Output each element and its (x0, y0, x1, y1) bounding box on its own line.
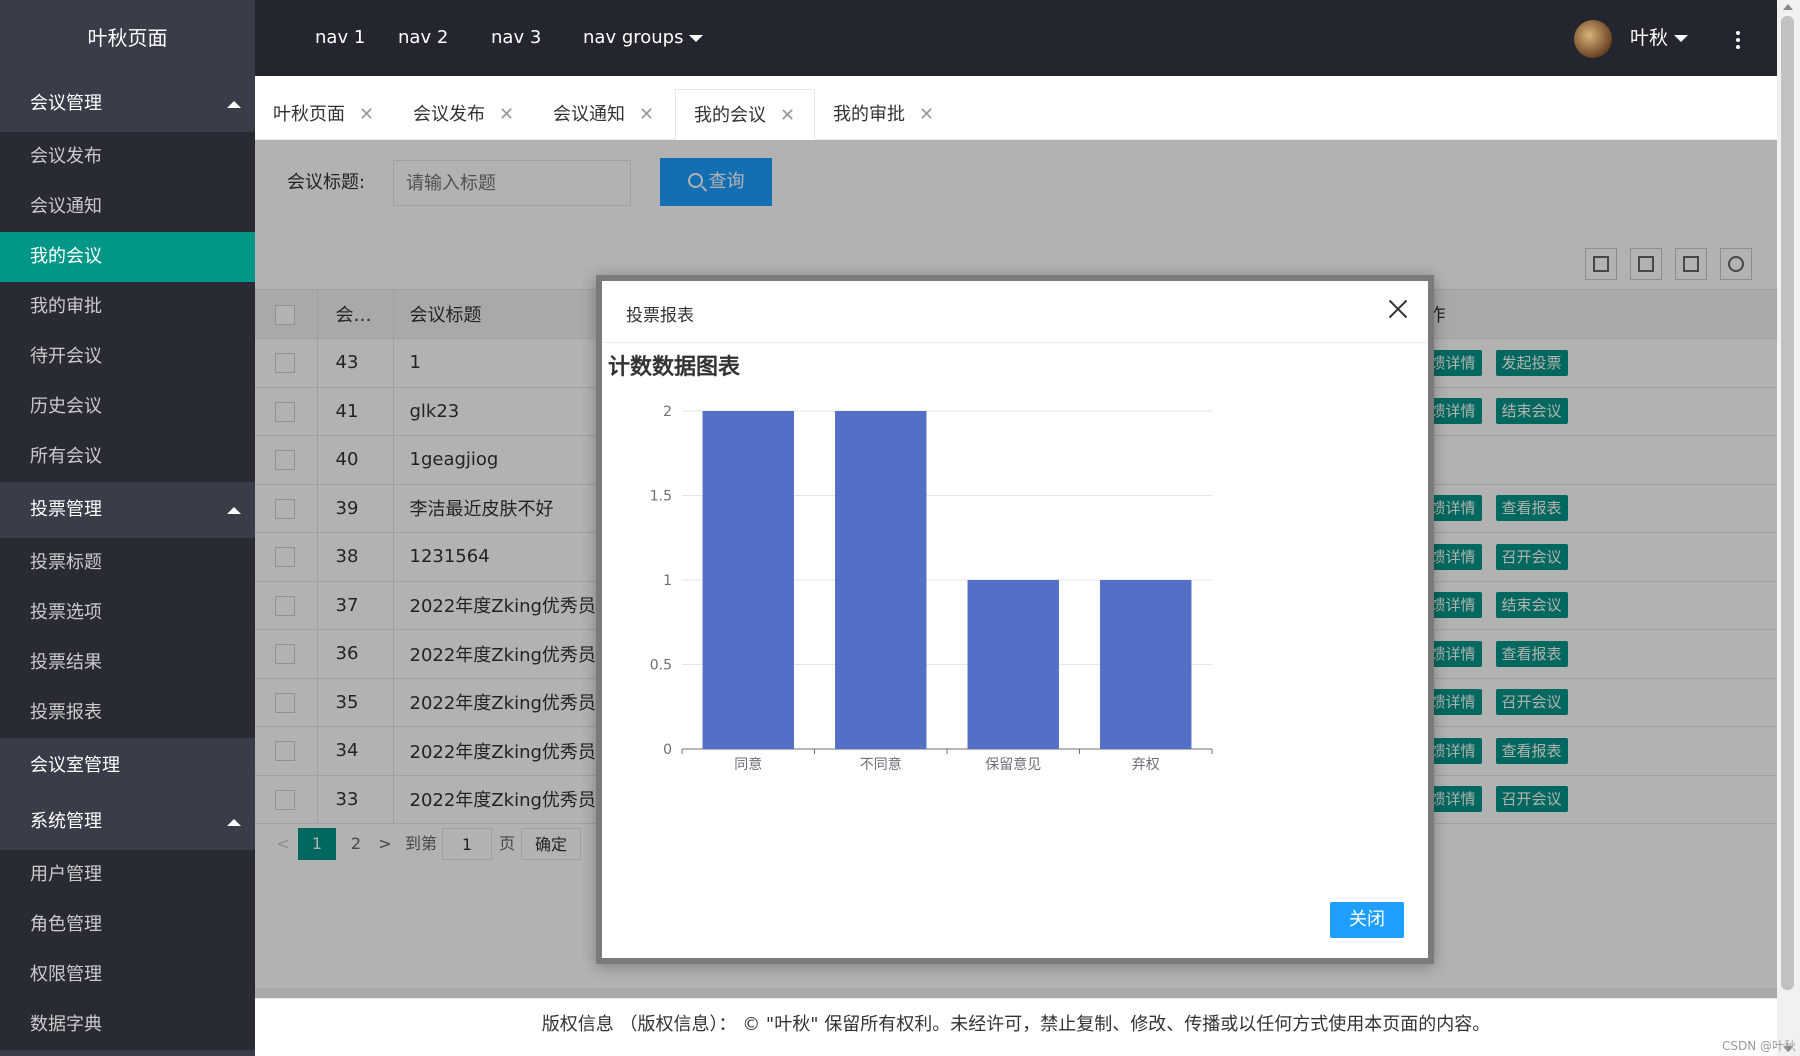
menu-group-label: 会议室管理 (30, 755, 120, 776)
tab-label: 会议发布 (413, 104, 485, 125)
close-icon[interactable]: ✕ (639, 89, 654, 140)
bar (702, 411, 794, 749)
app-logo[interactable]: 叶秋页面 (0, 0, 255, 76)
sidebar: 叶秋页面 会议管理 会议发布 会议通知 我的会议 我的审批 待开会议 历史会议 … (0, 0, 255, 1056)
nav-groups[interactable]: nav groups (583, 0, 704, 76)
nav-item-3[interactable]: nav 3 (491, 0, 541, 76)
menu-group-label: 系统管理 (30, 811, 102, 832)
tab-my-meeting[interactable]: 我的会议 ✕ (675, 89, 815, 140)
menu-group-meeting[interactable]: 会议管理 (0, 76, 255, 132)
tab-label: 会议通知 (553, 104, 625, 125)
bar (967, 580, 1059, 749)
close-icon[interactable]: ✕ (359, 89, 374, 140)
user-menu[interactable]: 叶秋 (1573, 0, 1688, 76)
menu-group-system[interactable]: 系统管理 (0, 794, 255, 850)
caret-down-icon (1674, 35, 1688, 42)
more-vertical-icon[interactable] (1732, 22, 1744, 54)
tab-meeting-notice[interactable]: 会议通知 ✕ (535, 89, 654, 140)
sidebar-item-vote-option[interactable]: 投票选项 (0, 588, 255, 638)
sidebar-item-pending-meeting[interactable]: 待开会议 (0, 332, 255, 382)
tab-label: 叶秋页面 (273, 104, 345, 125)
sidebar-item-permission-mgmt[interactable]: 权限管理 (0, 950, 255, 1000)
sidebar-item-user-mgmt[interactable]: 用户管理 (0, 850, 255, 900)
sidebar-item-my-approval[interactable]: 我的审批 (0, 282, 255, 332)
y-tick-label: 0 (663, 742, 672, 758)
y-tick-label: 2 (663, 404, 672, 420)
x-tick-label: 保留意见 (985, 756, 1041, 771)
sidebar-item-history-meeting[interactable]: 历史会议 (0, 382, 255, 432)
scroll-thumb[interactable] (1781, 16, 1794, 990)
scrollbar[interactable] (1777, 0, 1800, 1056)
nav-item-2[interactable]: nav 2 (398, 0, 448, 76)
menu-sub-system: 用户管理 角色管理 权限管理 数据字典 (0, 850, 255, 1050)
menu-group-room[interactable]: 会议室管理 (0, 738, 255, 794)
close-button[interactable]: 关闭 (1330, 902, 1404, 938)
y-tick-label: 1.5 (650, 489, 672, 505)
sidebar-item-my-meeting[interactable]: 我的会议 (0, 232, 255, 282)
x-tick-label: 弃权 (1132, 757, 1160, 771)
chart-title: 计数数据图表 (608, 355, 741, 380)
vote-report-modal: 投票报表 计数数据图表 0 0.5 1 1.5 2 同意 不同意 保留意见 弃权 关闭 (596, 275, 1434, 964)
menu-group-vote[interactable]: 投票管理 (0, 482, 255, 538)
tab-my-approval[interactable]: 我的审批 ✕ (815, 89, 934, 140)
menu-group-label: 会议管理 (30, 93, 102, 114)
avatar[interactable] (1573, 20, 1612, 58)
sidebar-item-role-mgmt[interactable]: 角色管理 (0, 900, 255, 950)
tab-bar: 叶秋页面 ✕ 会议发布 ✕ 会议通知 ✕ 我的会议 ✕ 我的审批 ✕ (255, 76, 1777, 140)
sidebar-item-meeting-publish[interactable]: 会议发布 (0, 132, 255, 182)
y-tick-label: 0.5 (650, 658, 672, 674)
close-icon[interactable]: ✕ (780, 90, 795, 141)
menu-sub-vote: 投票标题 投票选项 投票结果 投票报表 (0, 538, 255, 738)
tab-home[interactable]: 叶秋页面 ✕ (255, 89, 374, 140)
sidebar-item-vote-result[interactable]: 投票结果 (0, 638, 255, 688)
close-icon[interactable]: ✕ (919, 89, 934, 140)
modal-header: 投票报表 (602, 281, 1428, 343)
x-tick-label: 同意 (734, 756, 762, 771)
x-tick-label: 不同意 (860, 756, 902, 771)
user-name: 叶秋 (1629, 27, 1668, 49)
menu-group-label: 投票管理 (30, 499, 102, 520)
footer: 版权信息 （版权信息）： © "叶秋" 保留所有权利。未经许可，禁止复制、修改、… (255, 998, 1777, 1052)
caret-up-icon (227, 507, 241, 514)
sidebar-item-all-meeting[interactable]: 所有会议 (0, 432, 255, 482)
nav-item-1[interactable]: nav 1 (315, 0, 365, 76)
scroll-up-icon[interactable] (1783, 4, 1793, 10)
close-icon[interactable]: ✕ (499, 89, 514, 140)
top-header: nav 1 nav 2 nav 3 nav groups 叶秋 (255, 0, 1800, 76)
sidebar-item-vote-title[interactable]: 投票标题 (0, 538, 255, 588)
caret-down-icon (689, 34, 704, 42)
close-icon[interactable] (1388, 299, 1408, 319)
sidebar-item-dictionary[interactable]: 数据字典 (0, 1000, 255, 1050)
y-tick-label: 1 (663, 573, 672, 589)
modal-title: 投票报表 (626, 306, 694, 326)
watermark: CSDN @叶秋 (1721, 1039, 1796, 1053)
nav-groups-label: nav groups (583, 27, 684, 48)
tab-meeting-publish[interactable]: 会议发布 ✕ (395, 89, 514, 140)
tab-label: 我的会议 (694, 105, 766, 126)
caret-up-icon (227, 101, 241, 108)
sidebar-item-meeting-notice[interactable]: 会议通知 (0, 182, 255, 232)
tab-label: 我的审批 (833, 104, 905, 125)
sidebar-item-vote-report[interactable]: 投票报表 (0, 688, 255, 738)
bar (835, 411, 927, 749)
bar (1100, 580, 1192, 749)
caret-up-icon (227, 819, 241, 826)
menu-sub-meeting: 会议发布 会议通知 我的会议 我的审批 待开会议 历史会议 所有会议 (0, 132, 255, 482)
bar-chart: 0 0.5 1 1.5 2 同意 不同意 保留意见 弃权 (650, 404, 1213, 771)
